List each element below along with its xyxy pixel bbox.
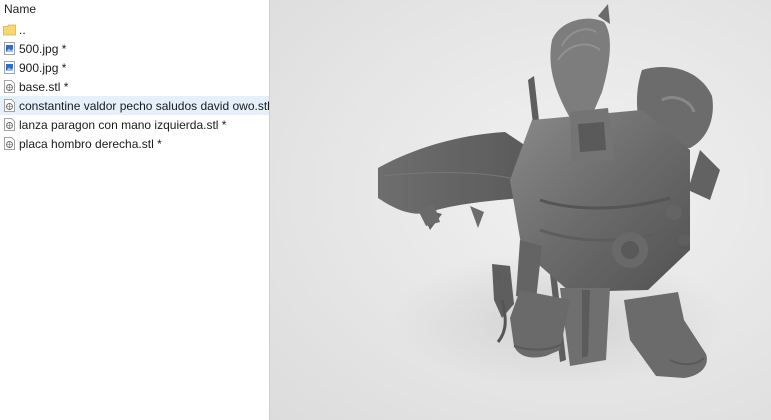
- 3d-miniature-model[interactable]: [270, 0, 771, 420]
- file-preview-window: Name ⌃ .. 500.jpg * 900.jpg * base.stl *…: [0, 0, 771, 420]
- file-list-pane: Name ⌃ .. 500.jpg * 900.jpg * base.stl *…: [0, 0, 270, 420]
- stl-file-icon: [3, 98, 16, 113]
- helmet-crest: [550, 4, 610, 121]
- file-row-900-jpg[interactable]: 900.jpg *: [0, 58, 269, 77]
- file-name: constantine valdor pecho saludos david o…: [19, 98, 269, 113]
- folder-icon: [3, 22, 16, 37]
- name-column-header[interactable]: Name ⌃: [0, 0, 269, 18]
- image-file-icon: [3, 60, 16, 75]
- file-row-parent-folder[interactable]: ..: [0, 20, 269, 39]
- file-name: 900.jpg *: [19, 60, 67, 75]
- file-row-lanza-paragon-stl[interactable]: lanza paragon con mano izquierda.stl *: [0, 115, 269, 134]
- file-row-constantine-valdor-stl[interactable]: constantine valdor pecho saludos david o…: [0, 96, 269, 115]
- file-name: base.stl *: [19, 79, 69, 94]
- stl-file-icon: [3, 117, 16, 132]
- 3d-preview-viewport[interactable]: [270, 0, 771, 420]
- name-column-label: Name: [4, 2, 37, 16]
- file-row-placa-hombro-stl[interactable]: placa hombro derecha.stl *: [0, 134, 269, 153]
- cape: [378, 132, 532, 230]
- file-row-base-stl[interactable]: base.stl *: [0, 77, 269, 96]
- file-name: placa hombro derecha.stl *: [19, 136, 162, 151]
- stl-file-icon: [3, 136, 16, 151]
- file-row-500-jpg[interactable]: 500.jpg *: [0, 39, 269, 58]
- stl-file-icon: [3, 79, 16, 94]
- file-name: ..: [19, 22, 26, 37]
- image-file-icon: [3, 41, 16, 56]
- file-list: .. 500.jpg * 900.jpg * base.stl * consta…: [0, 20, 269, 153]
- file-name: lanza paragon con mano izquierda.stl *: [19, 117, 227, 132]
- file-name: 500.jpg *: [19, 41, 67, 56]
- sort-caret-icon: ⌃: [219, 0, 227, 6]
